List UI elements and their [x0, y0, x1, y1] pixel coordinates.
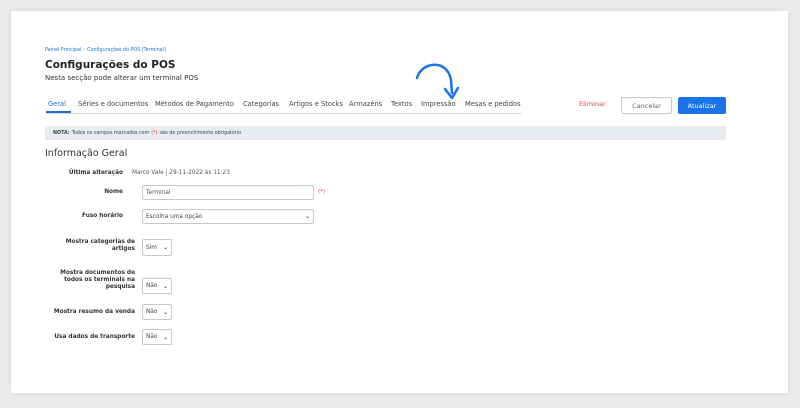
chevron-down-icon: ⌄: [162, 244, 168, 251]
breadcrumb-separator: ›: [83, 48, 86, 53]
tab-armazens[interactable]: Armazéns: [349, 100, 382, 108]
breadcrumb: Painel Principal › Configurações do POS [T…: [45, 48, 166, 53]
breadcrumb-home-link[interactable]: Painel Principal: [45, 48, 81, 53]
show-all-docs-label: Mostra documentos de todos os terminais …: [60, 270, 135, 290]
active-tab-indicator: [46, 111, 71, 113]
tab-artigos-stocks[interactable]: Artigos e Stocks: [289, 100, 343, 108]
breadcrumb-current[interactable]: Configurações do POS [Terminal]: [87, 48, 166, 53]
chevron-down-icon: ⌄: [162, 333, 168, 341]
tab-categorias[interactable]: Categorias: [243, 100, 279, 108]
notice-required-mark: (*): [151, 130, 158, 136]
notice-prefix: NOTA:: [53, 130, 70, 136]
notice-text-after: são de preenchimento obrigatório: [159, 130, 242, 136]
cancel-button[interactable]: Cancelar: [621, 97, 672, 114]
use-transport-select[interactable]: Não ⌄: [142, 329, 172, 345]
update-button[interactable]: Atualizar: [678, 97, 726, 114]
show-sale-summary-label: Mostra resumo da venda: [53, 309, 135, 315]
tab-mesas-pedidos[interactable]: Mesas e pedidos: [465, 100, 521, 108]
section-title: Informação Geral: [45, 148, 128, 159]
notice-text-before: Todos os campos marcados com: [71, 130, 150, 136]
page-subtitle: Nesta secção pode alterar um terminal PO…: [45, 74, 199, 82]
show-categories-label: Mostra categorias de artigos: [65, 239, 135, 252]
tab-series-documentos[interactable]: Séries e documentos: [78, 100, 148, 108]
use-transport-select-value: Não: [146, 334, 158, 340]
chevron-down-icon: ⌄: [162, 308, 168, 316]
chevron-down-icon: ⌄: [162, 282, 168, 290]
required-fields-notice: NOTA: Todos os campos marcados com (*) s…: [45, 126, 726, 140]
name-required-mark: (*): [318, 189, 326, 195]
name-input[interactable]: Terminal: [142, 185, 314, 200]
curved-arrow-icon: [415, 63, 460, 100]
show-all-docs-select[interactable]: Não ⌄: [142, 278, 172, 294]
show-categories-select-value: Sim: [146, 244, 157, 251]
page-title: Configurações do POS: [45, 59, 176, 71]
last-change-value: Marco Vale | 29-11-2022 às 11:23: [132, 170, 230, 176]
name-label: Nome: [104, 189, 123, 195]
tab-geral[interactable]: Geral: [48, 100, 66, 108]
use-transport-label: Usa dados de transporte: [54, 334, 135, 340]
timezone-label: Fuso horário: [82, 213, 123, 219]
chevron-down-icon: ⌄: [304, 213, 310, 220]
timezone-select[interactable]: Escolha uma opção ⌄: [142, 209, 314, 224]
tab-metodos-pagamento[interactable]: Métodos de Pagamento: [155, 100, 234, 108]
delete-button[interactable]: Eliminar: [579, 100, 606, 108]
tab-textos[interactable]: Textos: [391, 100, 412, 108]
last-change-label: Última alteração: [68, 170, 123, 176]
show-sale-summary-select[interactable]: Não ⌄: [142, 304, 172, 320]
show-all-docs-select-value: Não: [146, 283, 158, 289]
timezone-select-value: Escolha uma opção: [146, 213, 203, 220]
show-sale-summary-select-value: Não: [146, 309, 158, 315]
show-categories-select[interactable]: Sim ⌄: [142, 239, 172, 256]
